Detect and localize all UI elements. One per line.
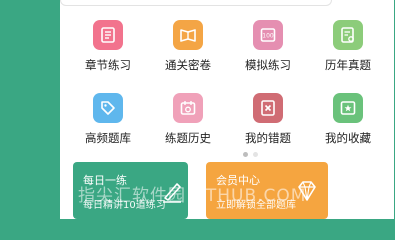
top-card-edge [60, 0, 394, 8]
grid-item-label: 我的错题 [245, 131, 291, 145]
grid-item-frequent-questions[interactable]: 高频题库 [70, 89, 146, 159]
grid-item-past-exams[interactable]: 历年真题 [310, 16, 386, 86]
grid-item-label: 通关密卷 [165, 58, 211, 72]
page-indicator [243, 152, 273, 158]
page-dot[interactable] [253, 152, 258, 157]
feature-grid: 章节练习 通关密卷 100 模拟练习 历年真题 高频题库 练题历史 我的错题 我… [70, 16, 385, 151]
grid-item-label: 高频题库 [85, 131, 131, 145]
chapter-book-icon [93, 20, 123, 50]
grid-item-my-favorites[interactable]: 我的收藏 [310, 89, 386, 159]
grid-item-chapter-practice[interactable]: 章节练习 [70, 16, 146, 86]
page-dot-active[interactable] [243, 152, 248, 157]
grid-item-label: 练题历史 [165, 131, 211, 145]
star-icon [333, 93, 363, 123]
wrong-book-icon [253, 93, 283, 123]
grid-item-label: 模拟练习 [245, 58, 291, 72]
top-card-bottom [60, 0, 332, 6]
grid-item-label: 我的收藏 [325, 131, 371, 145]
grid-item-practice-history[interactable]: 练题历史 [150, 89, 226, 159]
grid-item-mock-practice[interactable]: 100 模拟练习 [230, 16, 306, 86]
watermark-text: 指尖汇软件园 UTHUB.COM [78, 186, 307, 206]
exam-paper-icon [333, 20, 363, 50]
open-book-icon [173, 20, 203, 50]
calendar-icon [173, 93, 203, 123]
tag-icon [93, 93, 123, 123]
score-sheet-icon: 100 [253, 20, 283, 50]
svg-text:100: 100 [262, 33, 274, 40]
grid-item-label: 章节练习 [85, 58, 131, 72]
grid-item-my-wrong-questions[interactable]: 我的错题 [230, 89, 306, 159]
grid-item-pass-papers[interactable]: 通关密卷 [150, 16, 226, 86]
grid-item-label: 历年真题 [325, 58, 371, 72]
